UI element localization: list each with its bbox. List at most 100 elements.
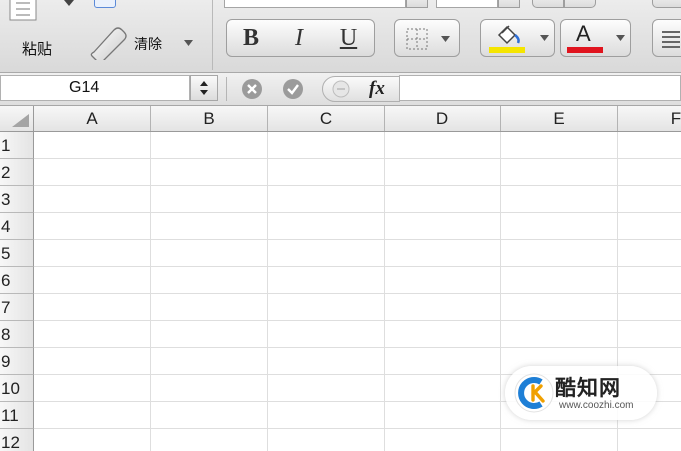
font-size-dropdown[interactable] bbox=[498, 0, 520, 8]
grid-cell[interactable] bbox=[151, 267, 268, 294]
row-header[interactable]: 10 bbox=[0, 375, 34, 402]
grid-cell[interactable] bbox=[151, 348, 268, 375]
grid-cell[interactable] bbox=[501, 240, 618, 267]
enter-checkmark-icon[interactable] bbox=[282, 78, 304, 100]
paste-dropdown-arrow-icon[interactable] bbox=[63, 0, 75, 10]
formula-input[interactable] bbox=[399, 75, 681, 101]
increase-font-button[interactable] bbox=[532, 0, 564, 8]
grid-cell[interactable] bbox=[501, 186, 618, 213]
name-box[interactable]: G14 bbox=[0, 75, 190, 101]
grid-cell[interactable] bbox=[618, 186, 681, 213]
grid-cell[interactable] bbox=[618, 429, 681, 451]
row-header[interactable]: 2 bbox=[0, 159, 34, 186]
fill-color-button[interactable] bbox=[480, 19, 536, 57]
grid-cell[interactable] bbox=[268, 321, 385, 348]
grid-cell[interactable] bbox=[384, 321, 501, 348]
grid-cell[interactable] bbox=[151, 375, 268, 402]
ribbon-top-right-button[interactable] bbox=[652, 0, 681, 8]
grid-cell[interactable] bbox=[501, 159, 618, 186]
grid-cell[interactable] bbox=[501, 429, 618, 451]
grid-cell[interactable] bbox=[151, 321, 268, 348]
grid-cell[interactable] bbox=[34, 429, 151, 451]
grid-cell[interactable] bbox=[268, 159, 385, 186]
row-header[interactable]: 1 bbox=[0, 132, 34, 159]
row-header[interactable]: 4 bbox=[0, 213, 34, 240]
grid-cell[interactable] bbox=[151, 186, 268, 213]
grid-cell[interactable] bbox=[34, 402, 151, 429]
grid-cell[interactable] bbox=[618, 321, 681, 348]
grid-cell[interactable] bbox=[384, 159, 501, 186]
grid-cell[interactable] bbox=[384, 294, 501, 321]
grid-cell[interactable] bbox=[501, 132, 618, 159]
grid-cell[interactable] bbox=[151, 213, 268, 240]
grid-cell[interactable] bbox=[618, 240, 681, 267]
grid-cell[interactable] bbox=[268, 240, 385, 267]
font-name-field[interactable] bbox=[224, 0, 406, 8]
grid-cell[interactable] bbox=[34, 132, 151, 159]
grid-cell[interactable] bbox=[501, 321, 618, 348]
grid-cell[interactable] bbox=[268, 348, 385, 375]
column-header[interactable]: A bbox=[34, 106, 151, 131]
clear-button[interactable]: 清除 bbox=[88, 22, 198, 62]
grid-cell[interactable] bbox=[34, 348, 151, 375]
grid-cell[interactable] bbox=[34, 267, 151, 294]
grid-cell[interactable] bbox=[384, 429, 501, 451]
grid-cell[interactable] bbox=[618, 267, 681, 294]
grid-cell[interactable] bbox=[384, 267, 501, 294]
underline-button[interactable]: U bbox=[323, 19, 375, 57]
grid-cell[interactable] bbox=[151, 159, 268, 186]
grid-cell[interactable] bbox=[501, 294, 618, 321]
format-painter-button[interactable] bbox=[94, 0, 116, 8]
row-header[interactable]: 11 bbox=[0, 402, 34, 429]
grid-cell[interactable] bbox=[268, 132, 385, 159]
italic-button[interactable]: I bbox=[275, 19, 324, 57]
name-box-stepper[interactable] bbox=[190, 75, 218, 101]
grid-cell[interactable] bbox=[268, 186, 385, 213]
row-header[interactable]: 8 bbox=[0, 321, 34, 348]
row-header[interactable]: 3 bbox=[0, 186, 34, 213]
grid-cell[interactable] bbox=[501, 213, 618, 240]
column-header[interactable]: B bbox=[151, 106, 268, 131]
grid-cell[interactable] bbox=[34, 213, 151, 240]
grid-cell[interactable] bbox=[151, 132, 268, 159]
align-left-button[interactable] bbox=[652, 19, 681, 57]
grid-cell[interactable] bbox=[34, 294, 151, 321]
grid-cell[interactable] bbox=[34, 321, 151, 348]
select-all-corner[interactable] bbox=[0, 106, 34, 131]
column-header[interactable]: F bbox=[618, 106, 681, 131]
font-size-field[interactable] bbox=[436, 0, 498, 8]
grid-cell[interactable] bbox=[384, 348, 501, 375]
column-header[interactable]: D bbox=[384, 106, 501, 131]
grid-cell[interactable] bbox=[618, 294, 681, 321]
grid-cell[interactable] bbox=[384, 240, 501, 267]
row-header[interactable]: 7 bbox=[0, 294, 34, 321]
row-header[interactable]: 9 bbox=[0, 348, 34, 375]
grid-cell[interactable] bbox=[384, 186, 501, 213]
grid-cell[interactable] bbox=[384, 402, 501, 429]
grid-cell[interactable] bbox=[268, 375, 385, 402]
font-color-button[interactable]: A bbox=[560, 19, 612, 57]
decrease-font-button[interactable] bbox=[564, 0, 596, 8]
grid-cell[interactable] bbox=[501, 267, 618, 294]
column-header[interactable]: E bbox=[501, 106, 618, 131]
cancel-icon[interactable] bbox=[241, 78, 263, 100]
grid-cell[interactable] bbox=[618, 132, 681, 159]
grid-cell[interactable] bbox=[34, 159, 151, 186]
row-header[interactable]: 6 bbox=[0, 267, 34, 294]
row-header[interactable]: 5 bbox=[0, 240, 34, 267]
fill-color-dropdown[interactable] bbox=[535, 19, 555, 57]
grid-cell[interactable] bbox=[268, 429, 385, 451]
font-name-dropdown[interactable] bbox=[406, 0, 428, 8]
formula-builder-button[interactable]: fx bbox=[322, 76, 400, 102]
grid-cell[interactable] bbox=[268, 402, 385, 429]
grid-cell[interactable] bbox=[34, 240, 151, 267]
grid-cell[interactable] bbox=[151, 294, 268, 321]
grid-cell[interactable] bbox=[34, 375, 151, 402]
column-header[interactable]: C bbox=[268, 106, 385, 131]
bold-button[interactable]: B bbox=[226, 19, 276, 57]
grid-cell[interactable] bbox=[151, 402, 268, 429]
grid-cell[interactable] bbox=[384, 132, 501, 159]
grid-cell[interactable] bbox=[384, 213, 501, 240]
row-header[interactable]: 12 bbox=[0, 429, 34, 451]
grid-cell[interactable] bbox=[151, 429, 268, 451]
